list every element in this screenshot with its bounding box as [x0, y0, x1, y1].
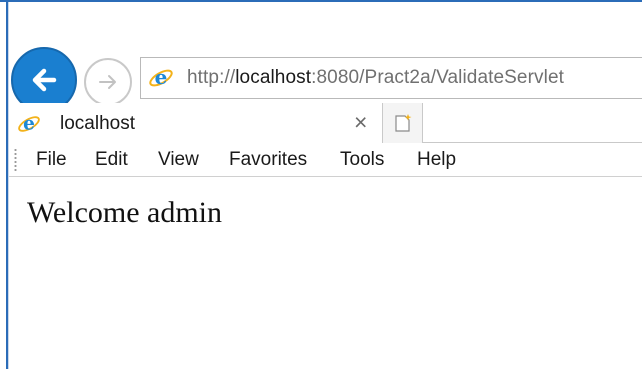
tab-localhost[interactable]: e localhost ×: [9, 103, 383, 143]
menu-item-help[interactable]: Help: [417, 149, 456, 171]
tab-title: localhost: [60, 113, 135, 134]
menu-item-tools[interactable]: Tools: [340, 149, 384, 171]
menu-item-favorites[interactable]: Favorites: [229, 149, 307, 171]
internet-explorer-icon: e: [17, 112, 41, 136]
menu-item-file[interactable]: File: [36, 149, 67, 171]
menu-grip-handle[interactable]: [14, 148, 17, 172]
address-bar[interactable]: e http://localhost:8080/Pract2a/Validate…: [140, 57, 642, 99]
page-content: Welcome admin: [9, 178, 642, 369]
tab-close-button[interactable]: ×: [354, 109, 367, 135]
url-text[interactable]: http://localhost:8080/Pract2a/ValidateSe…: [187, 67, 564, 89]
browser-window: e http://localhost:8080/Pract2a/Validate…: [0, 0, 642, 369]
tab-row: e localhost ×: [9, 103, 642, 143]
forward-arrow-icon: [99, 75, 116, 89]
back-arrow-icon: [32, 68, 57, 92]
svg-text:e: e: [155, 65, 168, 89]
url-prefix: http://: [187, 67, 236, 88]
internet-explorer-icon: e: [147, 64, 175, 92]
url-host: localhost: [235, 67, 312, 88]
new-tab-icon: [394, 114, 411, 132]
window-border-top: [0, 0, 642, 2]
forward-button[interactable]: [84, 58, 132, 106]
url-rest: :8080/Pract2a/ValidateServlet: [311, 67, 564, 88]
menu-bar: File Edit View Favorites Tools Help: [9, 143, 642, 177]
svg-text:e: e: [23, 114, 35, 135]
new-tab-button[interactable]: [383, 103, 423, 143]
welcome-message: Welcome admin: [27, 196, 223, 229]
menu-item-edit[interactable]: Edit: [95, 149, 128, 171]
menu-item-view[interactable]: View: [158, 149, 199, 171]
